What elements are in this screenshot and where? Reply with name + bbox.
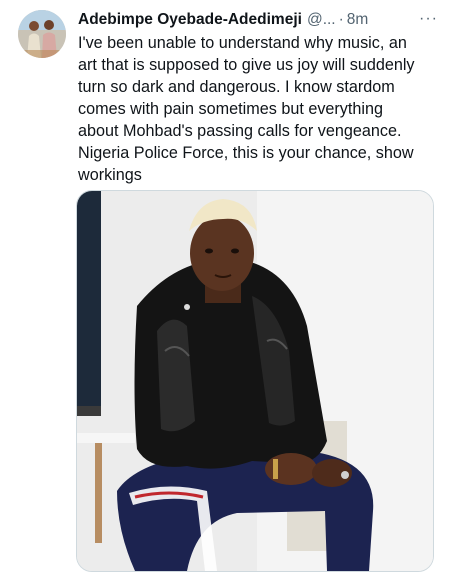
avatar[interactable]: [18, 10, 66, 58]
author-handle[interactable]: @...: [307, 11, 336, 29]
tweet-text: I've been unable to understand why music…: [78, 34, 415, 184]
separator-dot: ·: [338, 11, 344, 28]
tweet-timestamp[interactable]: 8m: [347, 11, 369, 29]
avatar-image: [18, 10, 66, 58]
photo-image: [77, 191, 433, 571]
tweet-header: Adebimpe Oyebade-Adedimeji @... · 8m: [78, 9, 438, 31]
tweet-card: Adebimpe Oyebade-Adedimeji @... · 8m ···…: [0, 0, 450, 572]
tweet-photo[interactable]: [76, 190, 434, 572]
more-horizontal-icon[interactable]: ···: [419, 10, 438, 28]
author-name[interactable]: Adebimpe Oyebade-Adedimeji: [78, 11, 302, 29]
